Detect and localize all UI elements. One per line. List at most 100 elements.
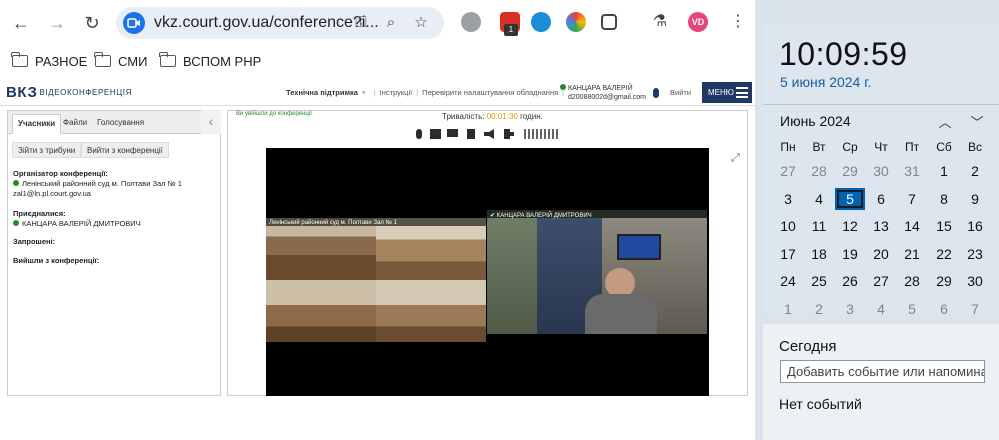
calendar-day[interactable]: 6 — [929, 298, 959, 320]
clock-time: 10:09:59 — [779, 36, 908, 72]
calendar-day[interactable]: 3 — [835, 298, 865, 320]
video-area: Ленінський районний суд м. Полтави Зал №… — [266, 148, 709, 396]
calendar-day[interactable]: 19 — [835, 243, 865, 265]
forward-icon[interactable]: → — [46, 12, 68, 34]
document-icon[interactable] — [467, 129, 475, 139]
profile-avatar[interactable]: VD — [688, 12, 708, 32]
hamburger-icon — [736, 87, 748, 98]
weekday-label: Сб — [936, 140, 952, 154]
tab-files[interactable]: Файли — [58, 114, 92, 134]
tab-participants[interactable]: Учасники — [12, 114, 62, 134]
calendar-day[interactable]: 2 — [960, 160, 990, 182]
calendar-day[interactable]: 4 — [804, 188, 834, 210]
megaphone-icon[interactable] — [484, 129, 494, 139]
bookmark-folder[interactable]: РАЗНОЕ — [11, 52, 87, 70]
calendar-day[interactable]: 7 — [960, 298, 990, 320]
logo-main: ВКЗ — [6, 84, 38, 101]
calendar-day[interactable]: 27 — [866, 270, 896, 292]
calendar-day[interactable]: 30 — [866, 160, 896, 182]
add-event-input[interactable]: Добавить событие или напоминание — [780, 360, 985, 383]
color-picker-icon[interactable] — [566, 12, 586, 32]
reload-icon[interactable]: ↻ — [81, 12, 103, 34]
user-info: КАНЦАРА ВАЛЕРІЙ d20088002d@gmail.com — [560, 84, 646, 102]
calendar-day[interactable]: 24 — [773, 270, 803, 292]
calendar-day[interactable]: 5 — [835, 188, 865, 210]
organizer-name: Ленінський районний суд м. Полтави Зал №… — [22, 179, 182, 188]
calendar-day[interactable]: 16 — [960, 215, 990, 237]
calendar-day[interactable]: 2 — [804, 298, 834, 320]
exit-icon[interactable] — [504, 129, 514, 139]
calendar-day[interactable]: 25 — [804, 270, 834, 292]
address-bar[interactable]: vkz.court.gov.ua/conference?i... ⚿ ⌕ ☆ — [116, 7, 444, 39]
video-tile-court[interactable]: Ленінський районний суд м. Полтави Зал №… — [266, 218, 486, 342]
calendar-day[interactable]: 12 — [835, 215, 865, 237]
shazam-icon[interactable] — [531, 12, 551, 32]
calendar-day[interactable]: 31 — [897, 160, 927, 182]
calendar-day[interactable]: 20 — [866, 243, 896, 265]
microphone-icon[interactable] — [653, 88, 659, 98]
clock-date[interactable]: 5 июня 2024 г. — [780, 74, 872, 90]
calendar-day[interactable]: 17 — [773, 243, 803, 265]
zoom-icon[interactable]: ⌕ — [382, 14, 400, 32]
calendar-day[interactable]: 14 — [897, 215, 927, 237]
chevron-down-icon[interactable]: ﹀ — [969, 112, 985, 130]
calendar-day[interactable]: 29 — [835, 160, 865, 182]
calendar-day[interactable]: 11 — [804, 215, 834, 237]
calendar-month[interactable]: Июнь 2024 — [780, 113, 851, 129]
calendar-day[interactable]: 13 — [866, 215, 896, 237]
volume-meter — [524, 129, 558, 139]
calendar-day[interactable]: 5 — [897, 298, 927, 320]
leave-conference-button[interactable]: Вийти з конференції — [81, 142, 169, 158]
calendar-day[interactable]: 29 — [929, 270, 959, 292]
more-menu-icon[interactable]: ⋮ — [728, 12, 748, 32]
back-icon[interactable]: ← — [10, 12, 32, 34]
calendar-day[interactable]: 28 — [804, 160, 834, 182]
calendar-day[interactable]: 3 — [773, 188, 803, 210]
participants-panel: Учасники Файли Голосування Зійти з трибу… — [7, 110, 221, 396]
support-link[interactable]: Технічна підтримка — [286, 88, 358, 97]
fullscreen-icon[interactable]: ⤢ — [731, 153, 741, 164]
key-icon[interactable]: ⚿ — [352, 14, 370, 32]
browser-chrome: ← → ↻ vkz.court.gov.ua/conference?i... ⚿… — [0, 0, 755, 80]
bookmark-folder[interactable]: СМИ — [94, 52, 147, 70]
calendar-day[interactable]: 4 — [866, 298, 896, 320]
calendar-day[interactable]: 1 — [929, 160, 959, 182]
calendar-day[interactable]: 23 — [960, 243, 990, 265]
instructions-link[interactable]: Інструкції — [380, 88, 413, 97]
site-logo[interactable]: ВКЗ ВІДЕОКОНФЕРЕНЦІЯ — [6, 84, 132, 101]
logout-link[interactable]: Вийти — [670, 88, 691, 97]
calendar-day[interactable]: 9 — [960, 188, 990, 210]
calendar-day[interactable]: 18 — [804, 243, 834, 265]
calendar-day[interactable]: 21 — [897, 243, 927, 265]
calendar-day[interactable]: 10 — [773, 215, 803, 237]
calendar-day[interactable]: 22 — [929, 243, 959, 265]
microphone-icon[interactable] — [416, 129, 422, 139]
folder-icon — [159, 52, 176, 67]
bookmark-folder[interactable]: ВСПОМ PHP — [159, 52, 261, 70]
collapse-panel-button[interactable]: ‹ — [201, 110, 221, 134]
calendar-day[interactable]: 1 — [773, 298, 803, 320]
calendar-day[interactable]: 6 — [866, 188, 896, 210]
tab-voting[interactable]: Голосування — [92, 114, 149, 134]
camera-icon[interactable] — [430, 129, 441, 139]
chevron-up-icon[interactable]: ︿ — [937, 112, 953, 130]
globe-icon[interactable] — [461, 12, 481, 32]
leave-tribune-button[interactable]: Зійти з трибуни — [12, 142, 82, 158]
puzzle-extensions-icon[interactable] — [601, 14, 617, 30]
weekday-label: Пт — [904, 140, 920, 154]
calendar-day[interactable]: 8 — [929, 188, 959, 210]
calendar-day[interactable]: 27 — [773, 160, 803, 182]
calendar-day[interactable]: 7 — [897, 188, 927, 210]
menu-button[interactable]: МЕНЮ — [702, 82, 752, 103]
weekday-label: Вс — [967, 140, 982, 154]
screen-share-icon[interactable] — [447, 129, 458, 137]
url-text[interactable]: vkz.court.gov.ua/conference?i... — [154, 14, 379, 32]
check-equipment-link[interactable]: Перевірити налаштування обладнання — [422, 88, 558, 97]
calendar-day[interactable]: 30 — [960, 270, 990, 292]
flask-icon[interactable]: ⚗ — [650, 12, 670, 32]
star-icon[interactable]: ☆ — [412, 14, 430, 32]
calendar-day[interactable]: 26 — [835, 270, 865, 292]
calendar-day[interactable]: 28 — [897, 270, 927, 292]
calendar-day[interactable]: 15 — [929, 215, 959, 237]
video-tile-participant[interactable]: ✔ КАНЦАРА ВАЛЕРІЙ ДМИТРОВИЧ — [487, 210, 707, 334]
